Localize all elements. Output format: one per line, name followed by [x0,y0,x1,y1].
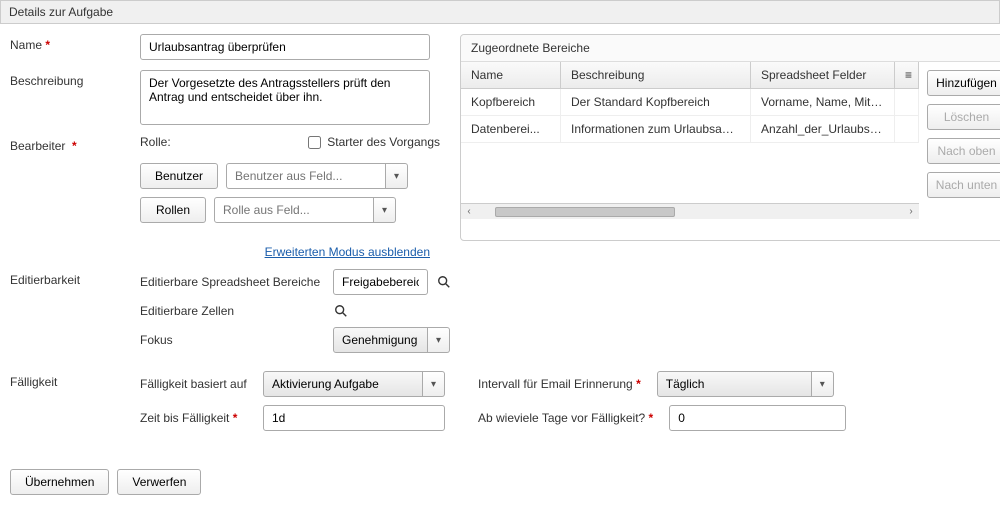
starter-checkbox-wrap[interactable]: Starter des Vorgangs [308,135,440,149]
description-label: Beschreibung [10,70,140,88]
role-from-field-combo[interactable] [214,197,374,223]
chevron-down-icon: ▾ [436,335,441,346]
assigned-areas-grid: Name Beschreibung Spreadsheet Felder ≡ K… [461,62,919,219]
scroll-left-arrow[interactable]: ‹ [461,204,477,220]
scroll-thumb[interactable] [495,207,675,217]
editable-areas-input[interactable] [333,269,428,295]
user-from-field-combo[interactable] [226,163,386,189]
table-row[interactable]: Kopfbereich Der Standard Kopfbereich Vor… [461,89,919,116]
user-button[interactable]: Benutzer [140,163,218,189]
user-combo-trigger[interactable]: ▾ [386,163,408,189]
grid-col-name[interactable]: Name [461,62,561,88]
add-button[interactable]: Hinzufügen [927,70,1000,96]
days-before-due-input[interactable] [669,405,846,431]
role-combo-trigger[interactable]: ▾ [374,197,396,223]
role-sublabel: Rolle: [140,135,171,149]
reminder-interval-combo[interactable] [657,371,812,397]
delete-button[interactable]: Löschen [927,104,1000,130]
chevron-down-icon: ▾ [820,379,825,390]
focus-combo[interactable] [333,327,428,353]
table-row[interactable]: Datenberei... Informationen zum Urlaubsa… [461,116,919,143]
due-basis-combo[interactable] [263,371,423,397]
chevron-down-icon: ▾ [431,379,436,390]
days-before-due-label: Ab wieviele Tage vor Fälligkeit? * [478,411,653,425]
due-basis-combo-trigger[interactable]: ▾ [423,371,445,397]
move-up-button[interactable]: Nach oben [927,138,1000,164]
chevron-down-icon: ▾ [382,205,387,216]
editable-cells-sublabel: Editierbare Zellen [140,304,325,318]
search-icon[interactable] [333,303,349,319]
roles-button[interactable]: Rollen [140,197,206,223]
grid-hscrollbar[interactable]: ‹ › [461,203,919,219]
time-until-due-input[interactable] [263,405,445,431]
assignee-label: Bearbeiter * [10,135,140,153]
toggle-advanced-link[interactable]: Erweiterten Modus ausblenden [265,245,430,259]
assigned-areas-panel: Zugeordnete Bereiche Name Beschreibung S… [460,34,1000,241]
assigned-areas-title: Zugeordnete Bereiche [461,35,1000,62]
search-icon[interactable] [436,274,452,290]
description-textarea[interactable]: Der Vorgesetzte des Antragsstellers prüf… [140,70,430,125]
name-label: Name * [10,34,140,52]
name-input[interactable] [140,34,430,60]
reminder-combo-trigger[interactable]: ▾ [812,371,834,397]
due-label: Fälligkeit [10,371,140,389]
grid-col-menu[interactable]: ≡ [895,62,919,88]
focus-sublabel: Fokus [140,333,325,347]
grid-col-desc[interactable]: Beschreibung [561,62,751,88]
panel-title: Details zur Aufgabe [9,5,113,19]
editability-label: Editierbarkeit [10,269,140,287]
panel-header: Details zur Aufgabe [0,0,1000,24]
editable-areas-sublabel: Editierbare Spreadsheet Bereiche [140,275,325,289]
move-down-button[interactable]: Nach unten [927,172,1000,198]
scroll-right-arrow[interactable]: › [903,204,919,220]
chevron-down-icon: ▾ [394,171,399,182]
apply-button[interactable]: Übernehmen [10,469,109,495]
discard-button[interactable]: Verwerfen [117,469,201,495]
reminder-interval-label: Intervall für Email Erinnerung * [478,377,641,391]
grid-col-fields[interactable]: Spreadsheet Felder [751,62,895,88]
due-basis-sublabel: Fälligkeit basiert auf [140,377,255,391]
time-until-due-label: Zeit bis Fälligkeit * [140,411,255,425]
starter-checkbox[interactable] [308,136,321,149]
focus-combo-trigger[interactable]: ▾ [428,327,450,353]
